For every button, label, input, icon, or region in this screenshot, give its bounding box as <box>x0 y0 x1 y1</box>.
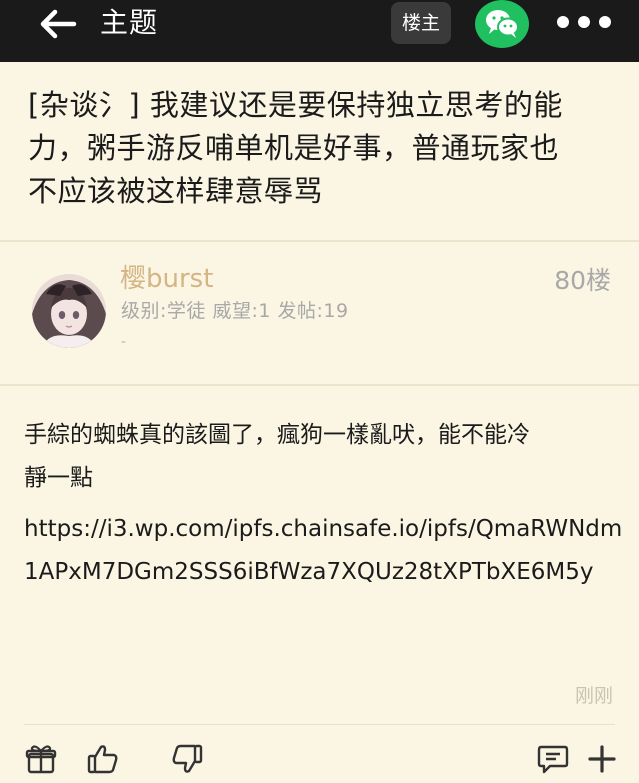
op-only-button[interactable]: 楼主 <box>391 2 451 44</box>
comment-icon[interactable] <box>536 742 570 776</box>
thumbs-down-icon[interactable] <box>170 742 204 776</box>
wechat-share-button[interactable] <box>475 0 529 48</box>
page-title: 主题 <box>100 6 159 39</box>
reply-time: 刚刚 <box>574 685 613 707</box>
floor-number: 80楼 <box>554 266 611 295</box>
thumbs-up-icon[interactable] <box>86 742 120 776</box>
username[interactable]: 樱burst <box>120 262 213 296</box>
divider <box>24 724 615 725</box>
reply-text: 手綜的蜘蛛真的該圖了，瘋狗一樣亂吠，能不能冷 <box>24 422 530 448</box>
post-title-line: 不应该被这样肆意辱骂 <box>28 174 324 208</box>
user-signature: - <box>121 334 127 350</box>
plus-icon[interactable] <box>585 742 619 776</box>
reply-text: 靜一點 <box>24 465 93 491</box>
avatar[interactable] <box>32 274 106 348</box>
divider <box>0 384 639 386</box>
reply-link[interactable]: https://i3.wp.com/ipfs.chainsafe.io/ipfs… <box>24 508 624 594</box>
more-dots-icon[interactable] <box>555 11 613 33</box>
user-meta: 级别:学徒 威望:1 发帖:19 <box>121 300 349 322</box>
post-title-line: 力，粥手游反哺单机是好事，普通玩家也 <box>28 131 560 165</box>
post-title-line: [杂谈氵] 我建议还是要保持独立思考的能 <box>28 88 563 122</box>
arrow-left-icon[interactable] <box>38 8 78 40</box>
top-bar: 主题 楼主 <box>0 0 639 62</box>
reply-content: 手綜的蜘蛛真的該圖了，瘋狗一樣亂吠，能不能冷 靜一點 https://i3.wp… <box>24 414 624 594</box>
post-title: [杂谈氵] 我建议还是要保持独立思考的能 力，粥手游反哺单机是好事，普通玩家也 … <box>28 84 618 213</box>
gift-icon[interactable] <box>24 742 58 776</box>
divider <box>0 240 639 242</box>
